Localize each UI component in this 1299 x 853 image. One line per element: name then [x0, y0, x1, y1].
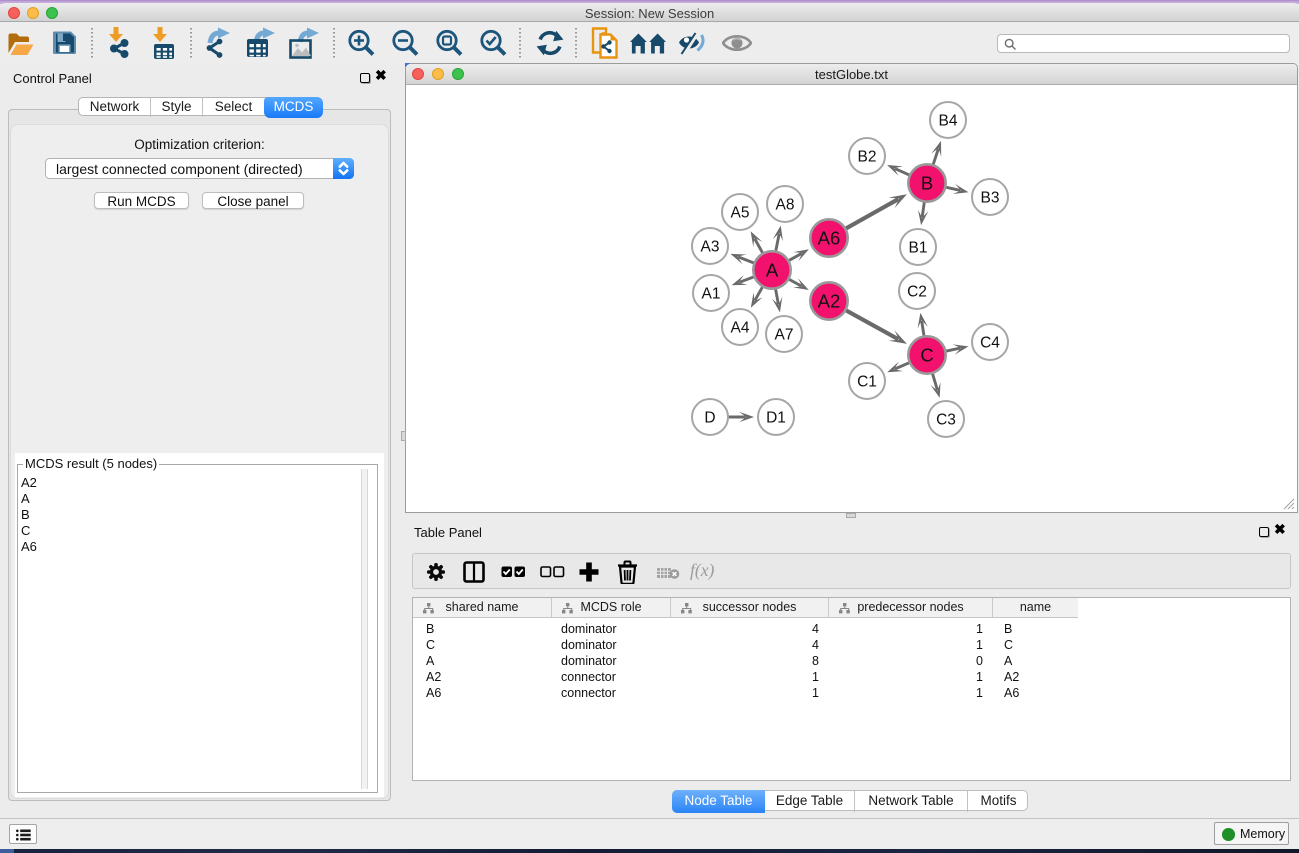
svg-text:B3: B3	[981, 190, 1000, 207]
svg-text:A5: A5	[731, 205, 750, 222]
svg-text:B: B	[921, 173, 933, 194]
svg-text:A8: A8	[776, 197, 795, 214]
svg-text:A3: A3	[701, 239, 720, 256]
svg-text:B4: B4	[939, 113, 958, 130]
svg-text:B2: B2	[858, 149, 877, 166]
svg-text:C4: C4	[980, 335, 1000, 352]
svg-text:C: C	[920, 345, 933, 366]
svg-text:A4: A4	[731, 320, 750, 337]
svg-text:D1: D1	[766, 410, 786, 427]
svg-text:A2: A2	[818, 291, 841, 312]
svg-text:C2: C2	[907, 284, 927, 301]
svg-text:D: D	[704, 410, 715, 427]
svg-text:C3: C3	[936, 412, 956, 429]
svg-text:A7: A7	[775, 327, 794, 344]
svg-text:A1: A1	[702, 286, 721, 303]
svg-text:A6: A6	[818, 228, 841, 249]
svg-text:C1: C1	[857, 374, 877, 391]
svg-text:B1: B1	[909, 240, 928, 257]
svg-text:A: A	[766, 260, 779, 281]
